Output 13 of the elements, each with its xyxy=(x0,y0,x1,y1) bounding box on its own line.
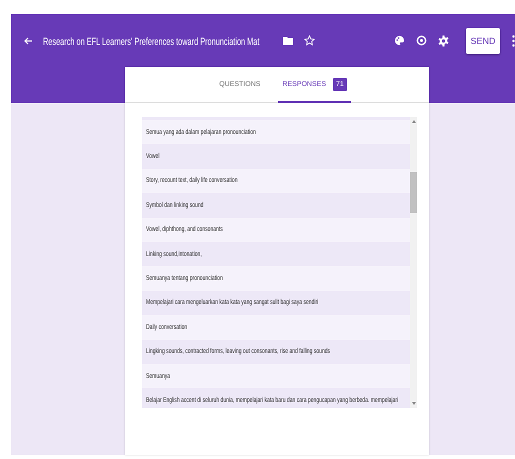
send-button[interactable]: SEND xyxy=(466,28,500,54)
folder-icon[interactable] xyxy=(283,36,293,45)
more-icon[interactable] xyxy=(512,34,515,46)
back-arrow-icon[interactable] xyxy=(23,36,33,46)
scroll-down-icon[interactable] xyxy=(412,402,416,405)
star-icon[interactable] xyxy=(304,35,315,46)
scrollbar-thumb[interactable] xyxy=(410,172,417,213)
palette-icon[interactable] xyxy=(394,35,405,46)
scrollbar[interactable] xyxy=(410,117,417,408)
eye-icon[interactable] xyxy=(416,35,427,46)
settings-icon[interactable] xyxy=(438,34,449,46)
scroll-up-icon[interactable] xyxy=(412,120,416,123)
form-title: Research on EFL Learners' Preferences toward Pronunciation Mat xyxy=(43,36,260,48)
